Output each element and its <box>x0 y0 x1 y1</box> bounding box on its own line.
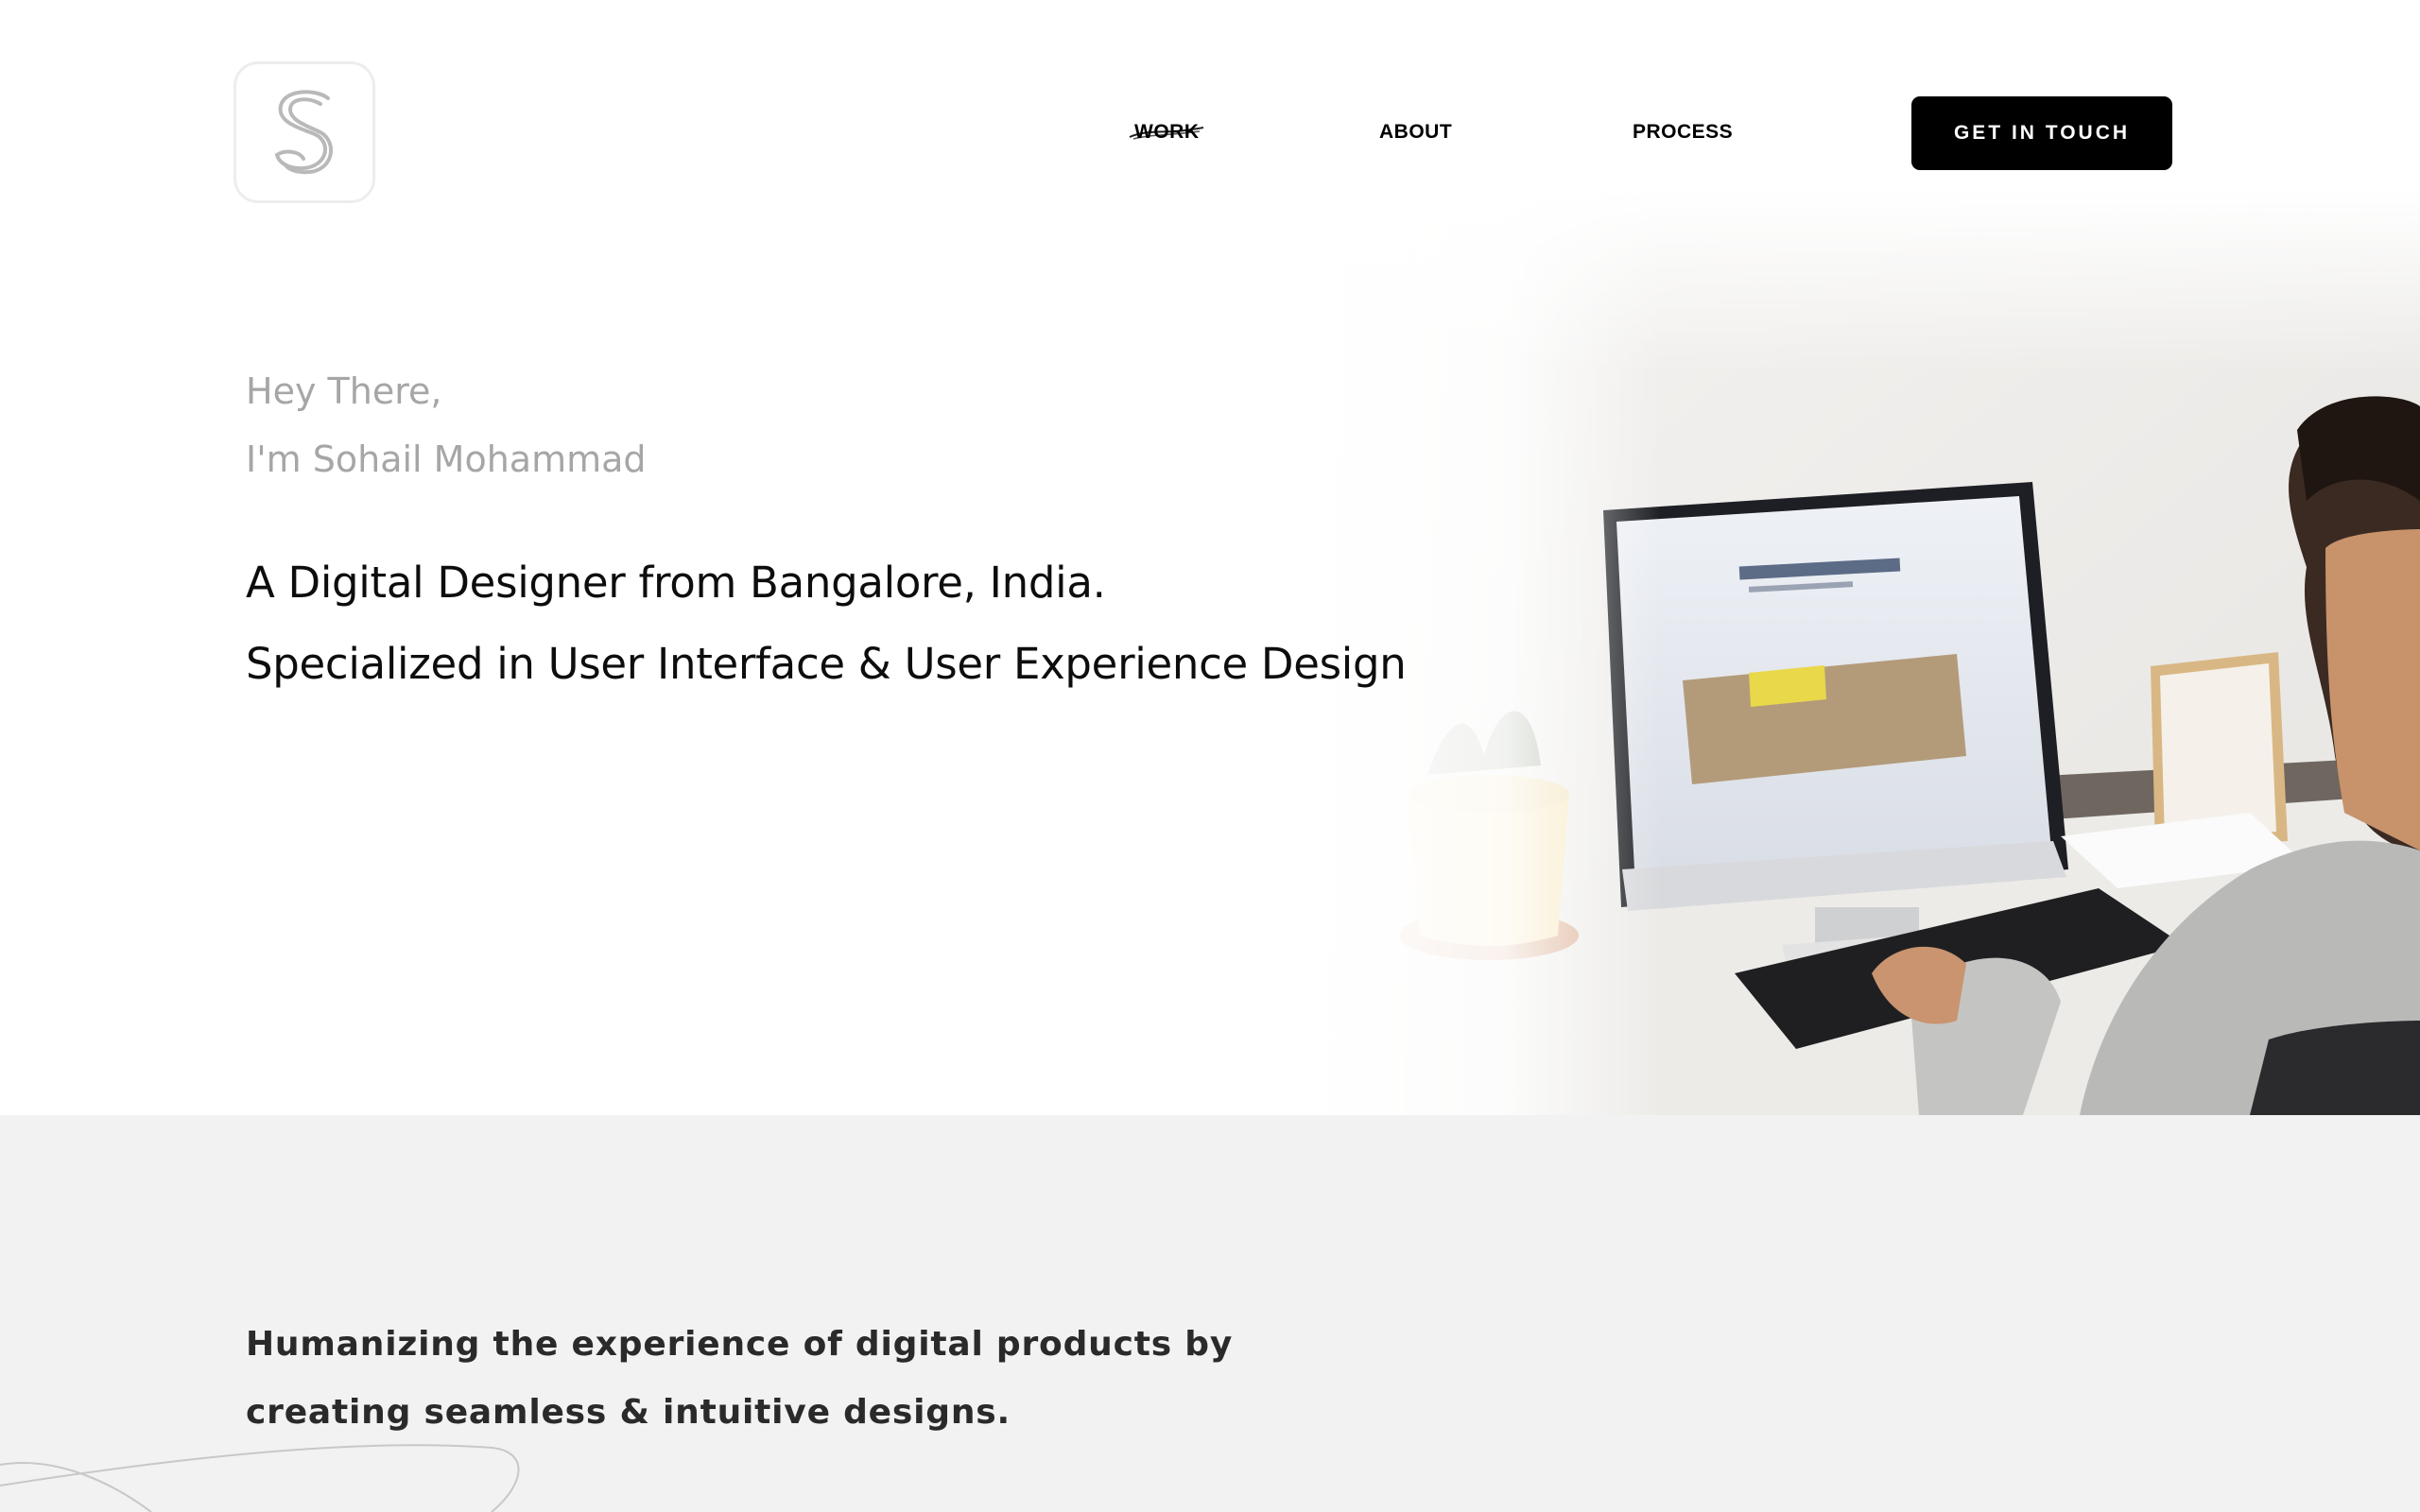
hero-subheadline: Specialized in User Interface & User Exp… <box>246 639 1407 689</box>
greeting-line: Hey There, <box>246 370 442 412</box>
about-section: Humanizing the experience of digital pro… <box>0 1115 2420 1512</box>
tagline-line-1: Humanizing the experience of digital pro… <box>246 1325 1234 1364</box>
intro-name-line: I'm Sohail Mohammad <box>246 438 647 480</box>
hero-headline: A Digital Designer from Bangalore, India… <box>246 558 1106 608</box>
nav-process[interactable]: PROCESS <box>1633 119 1733 146</box>
tagline-line-2: creating seamless & intuitive designs. <box>246 1393 1011 1432</box>
nav-about[interactable]: ABOUT <box>1379 119 1452 146</box>
decorative-scribble <box>0 1444 520 1512</box>
nav-work[interactable]: WORK <box>1134 119 1200 146</box>
logo[interactable] <box>233 61 375 203</box>
designer-at-desk-photo <box>1305 189 2420 1115</box>
logo-s-icon <box>275 90 333 175</box>
get-in-touch-button[interactable]: GET IN TOUCH <box>1911 96 2172 170</box>
